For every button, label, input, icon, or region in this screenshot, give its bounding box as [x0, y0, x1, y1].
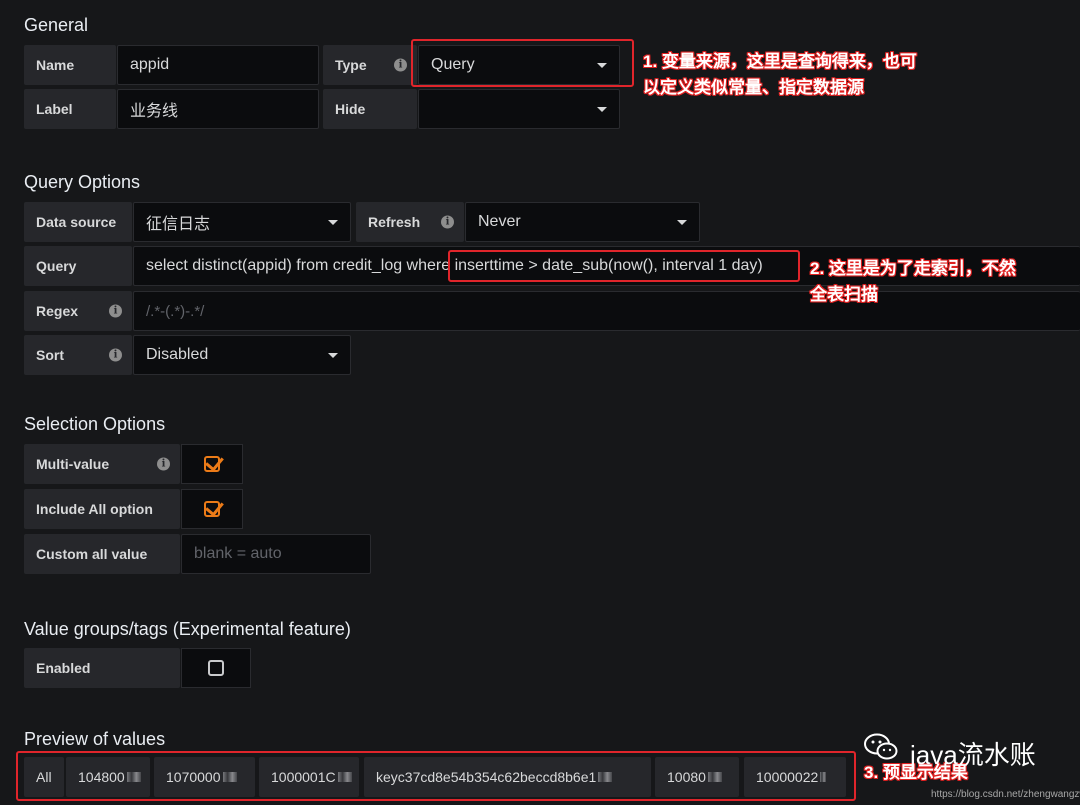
annotation-highlight-query — [448, 250, 800, 282]
watermark-credit: https://blog.csdn.net/zhengwangzw — [931, 789, 1080, 800]
label-input[interactable]: 业务线 — [117, 89, 319, 129]
info-icon: i — [109, 348, 122, 362]
refresh-select-value: Never — [478, 213, 521, 230]
annotation-1-line1: 1. 变量来源，这里是查询得来，也可 — [643, 52, 917, 71]
sort-select[interactable]: Disabled — [133, 335, 351, 375]
include-all-checkbox[interactable] — [181, 489, 243, 529]
sort-label-text: Sort — [36, 347, 64, 363]
chevron-down-icon — [328, 220, 338, 225]
chevron-down-icon — [597, 107, 607, 112]
name-input[interactable]: appid — [117, 45, 319, 85]
query-options-section-title: Query Options — [24, 172, 141, 192]
annotation-highlight-preview — [16, 751, 856, 801]
watermark-text: java流水账 — [910, 740, 1036, 770]
info-icon: i — [157, 457, 170, 471]
preview-section-title: Preview of values — [24, 729, 166, 749]
type-label: Type i — [323, 45, 417, 85]
wechat-icon — [864, 733, 898, 760]
custom-all-label: Custom all value — [24, 534, 180, 574]
multi-value-label-text: Multi-value — [36, 456, 110, 472]
hide-select[interactable] — [418, 89, 620, 129]
annotation-1: 1. 变量来源，这里是查询得来，也可 以定义类似常量、指定数据源 — [643, 49, 917, 101]
info-icon: i — [441, 215, 454, 229]
sort-select-value: Disabled — [146, 346, 209, 363]
multi-value-checkbox[interactable] — [181, 444, 243, 484]
multi-value-label: Multi-value i — [24, 444, 180, 484]
enabled-checkbox[interactable] — [181, 648, 251, 688]
general-section-title: General — [24, 15, 89, 35]
info-icon: i — [394, 58, 407, 72]
annotation-1-line2: 以定义类似常量、指定数据源 — [643, 78, 864, 97]
regex-label-text: Regex — [36, 303, 79, 319]
info-icon: i — [109, 304, 122, 318]
datasource-select[interactable]: 征信日志 — [133, 202, 351, 242]
sort-label: Sort i — [24, 335, 132, 375]
annotation-2-line2: 全表扫描 — [810, 285, 878, 304]
chevron-down-icon — [328, 353, 338, 358]
name-label: Name — [24, 45, 116, 85]
checkbox-unchecked-icon — [208, 660, 224, 676]
annotation-2-line1: 2. 这里是为了走索引，不然 — [810, 259, 1016, 278]
checkbox-checked-icon — [204, 501, 220, 517]
chevron-down-icon — [677, 220, 687, 225]
label-label: Label — [24, 89, 116, 129]
refresh-label-text: Refresh — [368, 214, 421, 230]
hide-label: Hide — [323, 89, 417, 129]
type-label-text: Type — [335, 57, 367, 73]
refresh-label: Refresh i — [356, 202, 464, 242]
annotation-highlight-type — [411, 39, 634, 87]
custom-all-input[interactable]: blank = auto — [181, 534, 371, 574]
query-label: Query — [24, 246, 132, 286]
value-groups-section-title: Value groups/tags (Experimental feature) — [24, 619, 351, 639]
regex-label: Regex i — [24, 291, 132, 331]
selection-options-section-title: Selection Options — [24, 414, 166, 434]
enabled-label: Enabled — [24, 648, 180, 688]
datasource-label: Data source — [24, 202, 132, 242]
annotation-2: 2. 这里是为了走索引，不然 全表扫描 — [810, 256, 1016, 308]
datasource-select-value: 征信日志 — [146, 216, 211, 233]
checkbox-checked-icon — [204, 456, 220, 472]
refresh-select[interactable]: Never — [465, 202, 700, 242]
include-all-label: Include All option — [24, 489, 180, 529]
